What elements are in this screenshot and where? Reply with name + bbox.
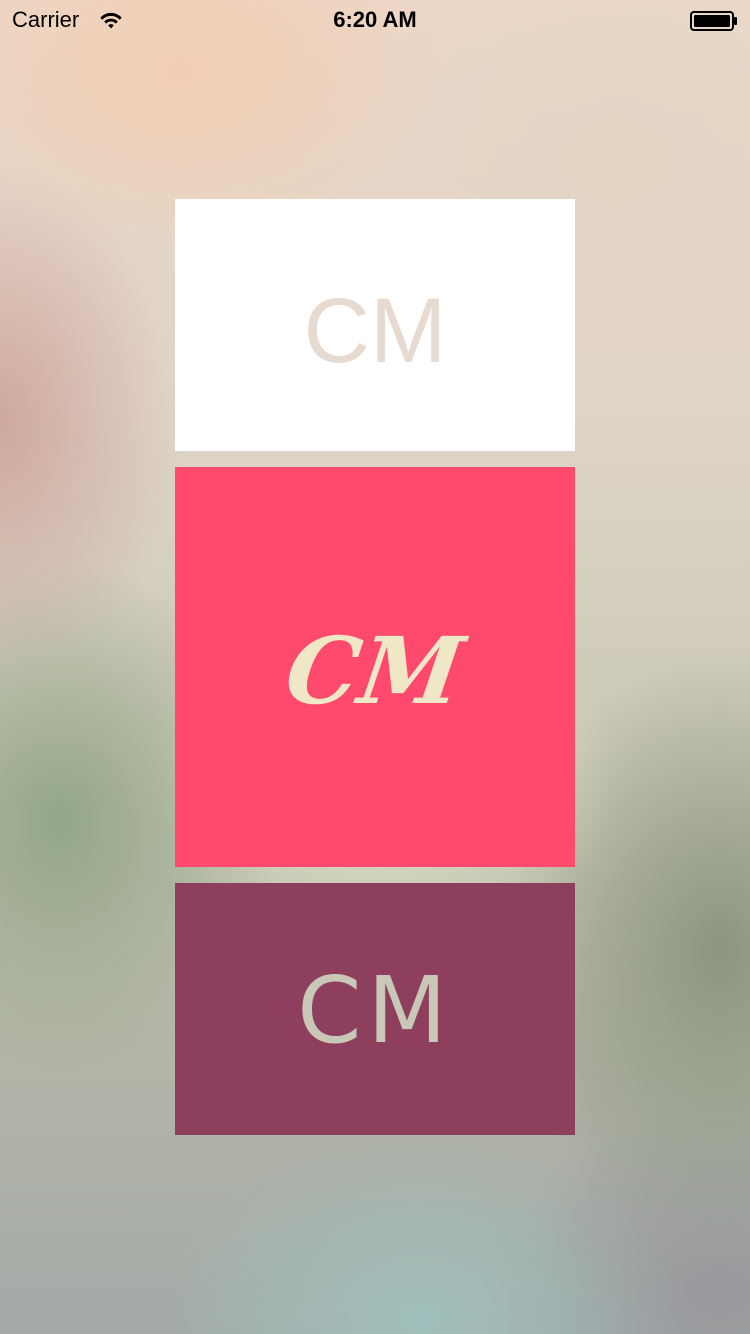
logo-cm-geometric: CM	[297, 957, 453, 1064]
logo-card-pink[interactable]: CM	[175, 467, 575, 867]
logo-card-white[interactable]: CM	[175, 199, 575, 451]
clock-time: 6:20 AM	[333, 7, 417, 32]
logo-cm-script: CM	[279, 617, 471, 725]
logo-card-plum[interactable]: CM	[175, 883, 575, 1135]
battery-icon	[690, 10, 738, 32]
status-bar: Carrier 6:20 AM	[0, 0, 750, 40]
logo-cm-sans: CM	[303, 280, 447, 382]
